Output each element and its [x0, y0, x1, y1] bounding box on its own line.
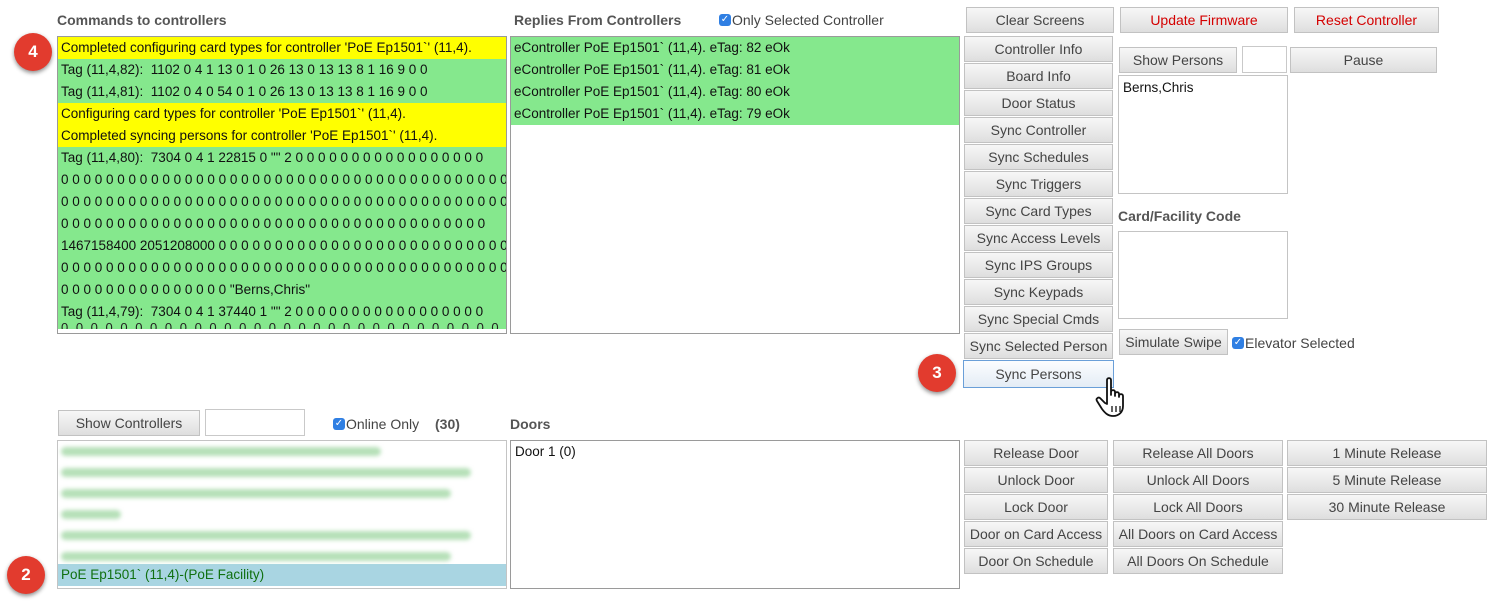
replies-log[interactable]: eController PoE Ep1501` (11,4). eTag: 82…: [510, 36, 960, 334]
person-item[interactable]: Berns,Chris: [1123, 80, 1283, 95]
sync-keypads-button[interactable]: Sync Keypads: [964, 279, 1113, 305]
hand-pointer-icon: [1095, 377, 1124, 417]
pause-button[interactable]: Pause: [1290, 47, 1437, 73]
only-selected-label: Only Selected Controller: [732, 12, 884, 28]
sync-triggers-button[interactable]: Sync Triggers: [964, 171, 1113, 197]
sync-ips-groups-button[interactable]: Sync IPS Groups: [964, 252, 1113, 278]
sync-special-cmds-button[interactable]: Sync Special Cmds: [964, 306, 1113, 332]
log-line: 1467158400 2051208000 0 0 0 0 0 0 0 0 0 …: [58, 235, 506, 257]
reply-line: eController PoE Ep1501` (11,4). eTag: 82…: [511, 37, 959, 59]
release-all-doors-button[interactable]: Release All Doors: [1113, 440, 1283, 466]
clear-screens-button[interactable]: Clear Screens: [966, 7, 1114, 33]
reply-line: eController PoE Ep1501` (11,4). eTag: 79…: [511, 103, 959, 125]
unlock-door-button[interactable]: Unlock Door: [964, 467, 1108, 493]
door-on-card-access-button[interactable]: Door on Card Access: [964, 521, 1108, 547]
log-line: Tag (11,4,80): 7304 0 4 1 22815 0 "" 2 0…: [58, 147, 506, 169]
blurred-controllers: [58, 441, 506, 564]
controllers-list[interactable]: PoE Ep1501` (11,4)-(PoE Facility): [57, 440, 507, 589]
door-item[interactable]: Door 1 (0): [515, 444, 955, 459]
controllers-count: (30): [435, 416, 460, 432]
lock-all-doors-button[interactable]: Lock All Doors: [1113, 494, 1283, 520]
controller-info-button[interactable]: Controller Info: [964, 36, 1113, 62]
30-minute-release-button[interactable]: 30 Minute Release: [1287, 494, 1487, 520]
door-status-button[interactable]: Door Status: [964, 90, 1113, 116]
show-persons-button[interactable]: Show Persons: [1119, 47, 1237, 73]
lock-door-button[interactable]: Lock Door: [964, 494, 1108, 520]
elevator-selected-label: Elevator Selected: [1245, 335, 1355, 351]
log-line: 0 0 0 0 0 0 0 0 0 0 0 0 0 0 0 0 0 0 0 0 …: [58, 257, 506, 279]
all-doors-on-schedule-button[interactable]: All Doors On Schedule: [1113, 548, 1283, 574]
commands-log-cutoff: 0 0 0 0 0 0 0 0 0 0 0 0 0 0 0 0 0 0 0 0 …: [58, 323, 506, 329]
list-item[interactable]: [58, 441, 506, 462]
sync-schedules-button[interactable]: Sync Schedules: [964, 144, 1113, 170]
update-firmware-button[interactable]: Update Firmware: [1120, 7, 1288, 33]
controllers-filter-input[interactable]: [205, 409, 305, 436]
log-line: Tag (11,4,81): 1102 0 4 0 54 0 1 0 26 13…: [58, 81, 506, 103]
log-line: 0 0 0 0 0 0 0 0 0 0 0 0 0 0 0 0 0 0 0 0 …: [58, 213, 506, 235]
log-line: 0 0 0 0 0 0 0 0 0 0 0 0 0 0 0 0 0 0 0 0 …: [58, 191, 506, 213]
log-line: Tag (11,4,79): 7304 0 4 1 37440 1 "" 2 0…: [58, 301, 506, 323]
reset-controller-button[interactable]: Reset Controller: [1294, 7, 1439, 33]
only-selected-checkbox[interactable]: ✓ Only Selected Controller: [719, 12, 884, 28]
annotation-badge-2: 2: [7, 556, 45, 594]
list-item[interactable]: [58, 483, 506, 504]
log-line: 0 0 0 0 0 0 0 0 0 0 0 0 0 0 0 0 0 0 0 0 …: [58, 169, 506, 191]
sync-controller-button[interactable]: Sync Controller: [964, 117, 1113, 143]
all-doors-on-card-access-button[interactable]: All Doors on Card Access: [1113, 521, 1283, 547]
commands-title: Commands to controllers: [57, 12, 227, 28]
unlock-all-doors-button[interactable]: Unlock All Doors: [1113, 467, 1283, 493]
replies-title: Replies From Controllers: [514, 12, 682, 28]
log-line: 0 0 0 0 0 0 0 0 0 0 0 0 0 0 0 "Berns,Chr…: [58, 279, 506, 301]
board-info-button[interactable]: Board Info: [964, 63, 1113, 89]
5-minute-release-button[interactable]: 5 Minute Release: [1287, 467, 1487, 493]
log-line: Completed configuring card types for con…: [58, 37, 506, 59]
online-only-label: Online Only: [346, 416, 420, 432]
log-line: Tag (11,4,82): 1102 0 4 1 13 0 1 0 26 13…: [58, 59, 506, 81]
annotation-badge-4: 4: [14, 33, 52, 71]
release-door-button[interactable]: Release Door: [964, 440, 1108, 466]
online-only-checkbox[interactable]: ✓ Online Only: [333, 416, 419, 432]
elevator-selected-checkbox[interactable]: ✓ Elevator Selected: [1232, 335, 1355, 351]
1-minute-release-button[interactable]: 1 Minute Release: [1287, 440, 1487, 466]
sync-access-levels-button[interactable]: Sync Access Levels: [964, 225, 1113, 251]
persons-list[interactable]: Berns,Chris: [1118, 75, 1288, 194]
show-controllers-button[interactable]: Show Controllers: [58, 410, 200, 436]
list-item[interactable]: [58, 504, 506, 525]
doors-title: Doors: [510, 416, 551, 432]
doors-list[interactable]: Door 1 (0): [510, 440, 960, 589]
annotation-badge-3: 3: [918, 354, 956, 392]
log-line: Completed syncing persons for controller…: [58, 125, 506, 147]
reply-line: eController PoE Ep1501` (11,4). eTag: 80…: [511, 81, 959, 103]
log-line: Configuring card types for controller 'P…: [58, 103, 506, 125]
checkbox-check-icon: ✓: [1232, 337, 1244, 349]
reply-line: eController PoE Ep1501` (11,4). eTag: 81…: [511, 59, 959, 81]
selected-controller-item[interactable]: PoE Ep1501` (11,4)-(PoE Facility): [58, 564, 506, 586]
checkbox-check-icon: ✓: [333, 418, 345, 430]
list-item[interactable]: [58, 525, 506, 546]
door-on-schedule-button[interactable]: Door On Schedule: [964, 548, 1108, 574]
simulate-swipe-button[interactable]: Simulate Swipe: [1119, 329, 1228, 355]
sync-persons-button[interactable]: Sync Persons: [963, 360, 1114, 388]
checkbox-check-icon: ✓: [719, 14, 731, 26]
card-facility-title: Card/Facility Code: [1118, 208, 1241, 224]
sync-selected-person-button[interactable]: Sync Selected Person: [964, 333, 1113, 359]
card-facility-list[interactable]: [1118, 231, 1288, 319]
commands-log[interactable]: Completed configuring card types for con…: [57, 36, 507, 334]
list-item[interactable]: [58, 462, 506, 483]
persons-filter-input[interactable]: [1242, 46, 1287, 73]
sync-card-types-button[interactable]: Sync Card Types: [964, 198, 1113, 224]
